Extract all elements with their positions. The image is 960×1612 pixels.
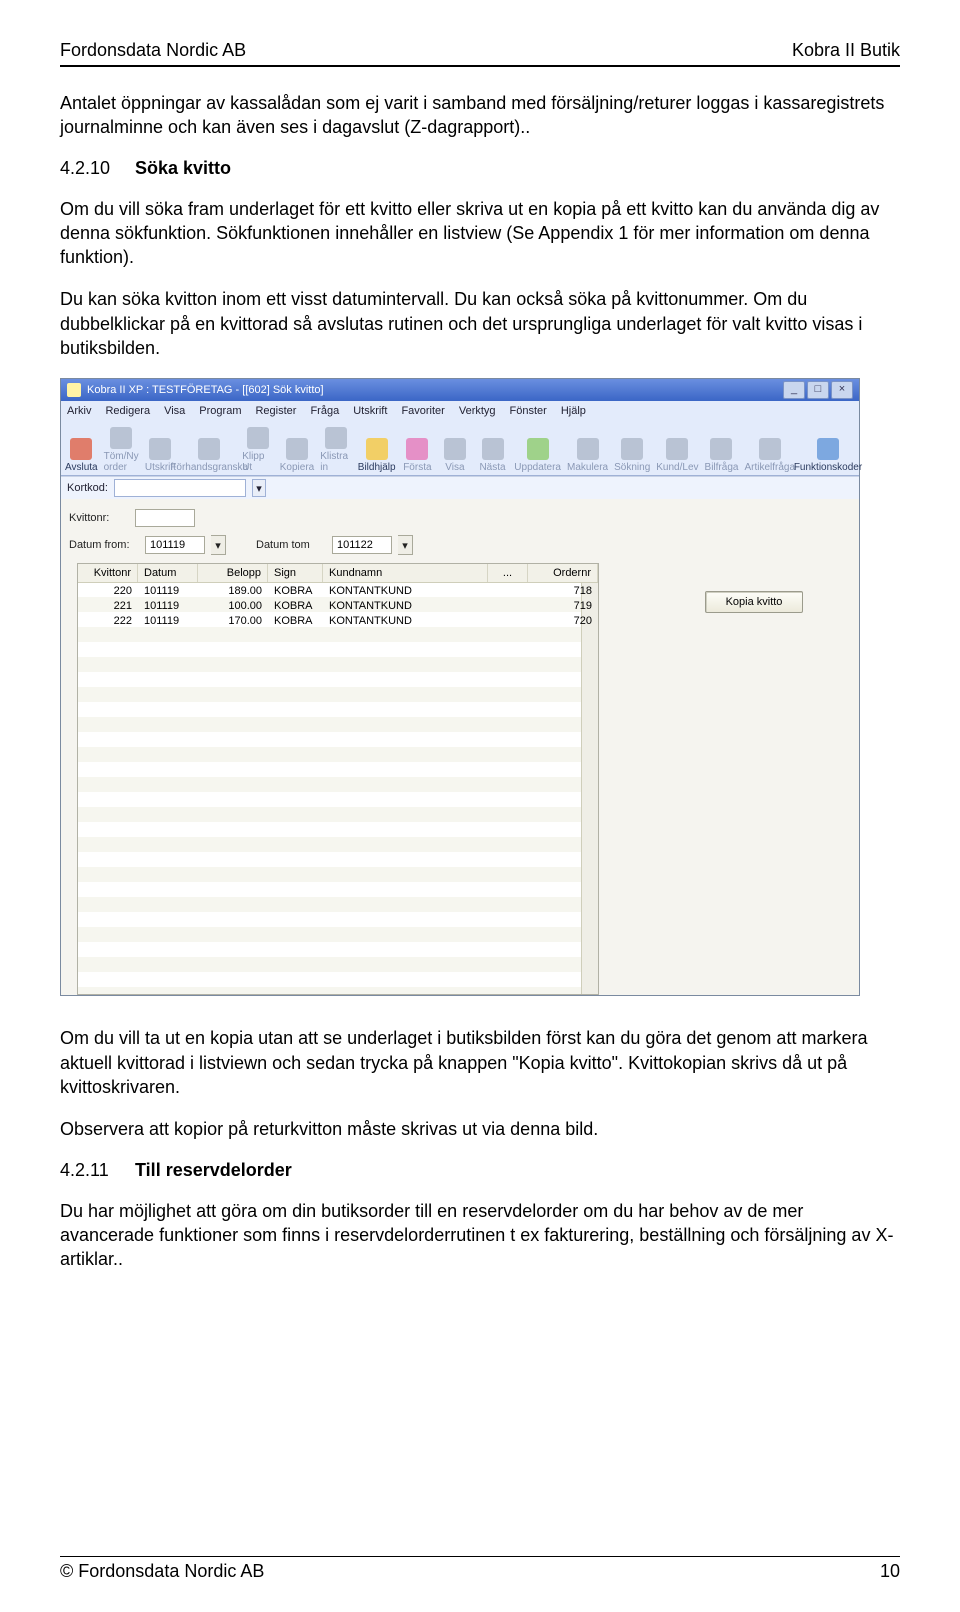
table-row[interactable]: 221 101119 100.00 KOBRA KONTANTKUND 719 [78, 598, 598, 613]
menu-fraga[interactable]: Fråga [310, 405, 339, 417]
menu-arkiv[interactable]: Arkiv [67, 405, 91, 417]
col-ellipsis[interactable]: ... [488, 564, 528, 582]
tb-bildhjalp[interactable]: Bildhjälp [358, 438, 396, 473]
col-kundnamn[interactable]: Kundnamn [323, 564, 488, 582]
tb-tom[interactable]: Töm/Ny order [104, 427, 139, 473]
menu-favoriter[interactable]: Favoriter [401, 405, 444, 417]
menu-utskrift[interactable]: Utskrift [353, 405, 387, 417]
kopia-kvitto-button[interactable]: Kopia kvitto [705, 591, 803, 613]
menu-hjalp[interactable]: Hjälp [561, 405, 586, 417]
tb-klistra[interactable]: Klistra in [320, 427, 352, 473]
datum-tom-picker-icon[interactable]: ▾ [398, 535, 413, 555]
kortkod-row: Kortkod: ▾ [61, 476, 859, 499]
paragraph-2: Om du vill söka fram underlaget för ett … [60, 197, 900, 270]
col-belopp[interactable]: Belopp [198, 564, 268, 582]
search-form: Kvittonr: Datum from: ▾ Datum tom ▾ Kvit… [61, 499, 859, 995]
menubar: Arkiv Redigera Visa Program Register Frå… [61, 401, 859, 421]
app-window: Kobra II XP : TESTFÖRETAG - [[602] Sök k… [60, 378, 860, 996]
tb-bilfraga[interactable]: Bilfråga [705, 438, 739, 473]
section-number: 4.2.10 [60, 158, 130, 179]
footer-left: © Fordonsdata Nordic AB [60, 1561, 264, 1582]
tb-avsluta[interactable]: Avsluta [65, 438, 98, 473]
header-left: Fordonsdata Nordic AB [60, 40, 246, 61]
tb-sokning[interactable]: Sökning [614, 438, 650, 473]
paragraph-1: Antalet öppningar av kassalådan som ej v… [60, 91, 900, 140]
tb-visa[interactable]: Visa [439, 438, 471, 473]
datum-tom-label: Datum tom [256, 539, 326, 551]
header-rule [60, 65, 900, 67]
menu-visa[interactable]: Visa [164, 405, 185, 417]
table-row[interactable]: 222 101119 170.00 KOBRA KONTANTKUND 720 [78, 613, 598, 628]
kvittonr-input[interactable] [135, 509, 195, 527]
menu-verktyg[interactable]: Verktyg [459, 405, 496, 417]
tb-kopiera[interactable]: Kopiera [280, 438, 314, 473]
tb-artikel[interactable]: Artikelfråga [744, 438, 795, 473]
list-scrollbar[interactable]: ▲ [581, 564, 598, 994]
tb-forsta[interactable]: Första [402, 438, 434, 473]
section-title: Söka kvitto [135, 158, 231, 178]
window-title: Kobra II XP : TESTFÖRETAG - [[602] Sök k… [87, 384, 324, 396]
tb-forhand[interactable]: Förhandsgranska [182, 438, 236, 473]
col-ordernr[interactable]: Ordernr [528, 564, 598, 582]
kvitto-listview[interactable]: Kvittonr Datum Belopp Sign Kundnamn ... … [77, 563, 599, 995]
section-4-2-10: 4.2.10 Söka kvitto [60, 158, 900, 179]
col-datum[interactable]: Datum [138, 564, 198, 582]
close-button[interactable]: × [831, 381, 853, 399]
paragraph-5: Observera att kopior på returkvitton mås… [60, 1117, 900, 1141]
kortkod-input[interactable] [114, 479, 246, 497]
section-4-2-11: 4.2.11 Till reservdelorder [60, 1160, 900, 1181]
menu-fonster[interactable]: Fönster [510, 405, 547, 417]
kvittonr-label: Kvittonr: [69, 512, 129, 524]
tb-funktion[interactable]: Funktionskoder [801, 438, 855, 473]
section-number: 4.2.11 [60, 1160, 130, 1181]
section-title: Till reservdelorder [135, 1160, 292, 1180]
titlebar[interactable]: Kobra II XP : TESTFÖRETAG - [[602] Sök k… [61, 379, 859, 401]
menu-redigera[interactable]: Redigera [105, 405, 150, 417]
datum-from-picker-icon[interactable]: ▾ [211, 535, 226, 555]
header-right: Kobra II Butik [792, 40, 900, 61]
menu-program[interactable]: Program [199, 405, 241, 417]
tb-makulera[interactable]: Makulera [567, 438, 608, 473]
tb-klippa[interactable]: Klipp Ut [242, 427, 274, 473]
tb-kundlev[interactable]: Kund/Lev [656, 438, 698, 473]
paragraph-6: Du har möjlighet att göra om din butikso… [60, 1199, 900, 1272]
kortkod-label: Kortkod: [67, 482, 108, 494]
paragraph-4: Om du vill ta ut en kopia utan att se un… [60, 1026, 900, 1099]
tb-nasta[interactable]: Nästa [477, 438, 509, 473]
datum-tom-input[interactable] [332, 536, 392, 554]
toolbar: Avsluta Töm/Ny order Utskrift Förhandsgr… [61, 421, 859, 476]
footer-page-number: 10 [880, 1561, 900, 1582]
table-row[interactable]: 220 101119 189.00 KOBRA KONTANTKUND 718 [78, 583, 598, 598]
app-icon [67, 383, 81, 397]
menu-register[interactable]: Register [255, 405, 296, 417]
datum-from-label: Datum from: [69, 539, 139, 551]
maximize-button[interactable]: □ [807, 381, 829, 399]
col-sign[interactable]: Sign [268, 564, 323, 582]
paragraph-3: Du kan söka kvitton inom ett visst datum… [60, 287, 900, 360]
kortkod-dropdown-icon[interactable]: ▾ [252, 479, 266, 497]
datum-from-input[interactable] [145, 536, 205, 554]
minimize-button[interactable]: _ [783, 381, 805, 399]
col-kvittonr[interactable]: Kvittonr [78, 564, 138, 582]
tb-uppdatera[interactable]: Uppdatera [514, 438, 561, 473]
